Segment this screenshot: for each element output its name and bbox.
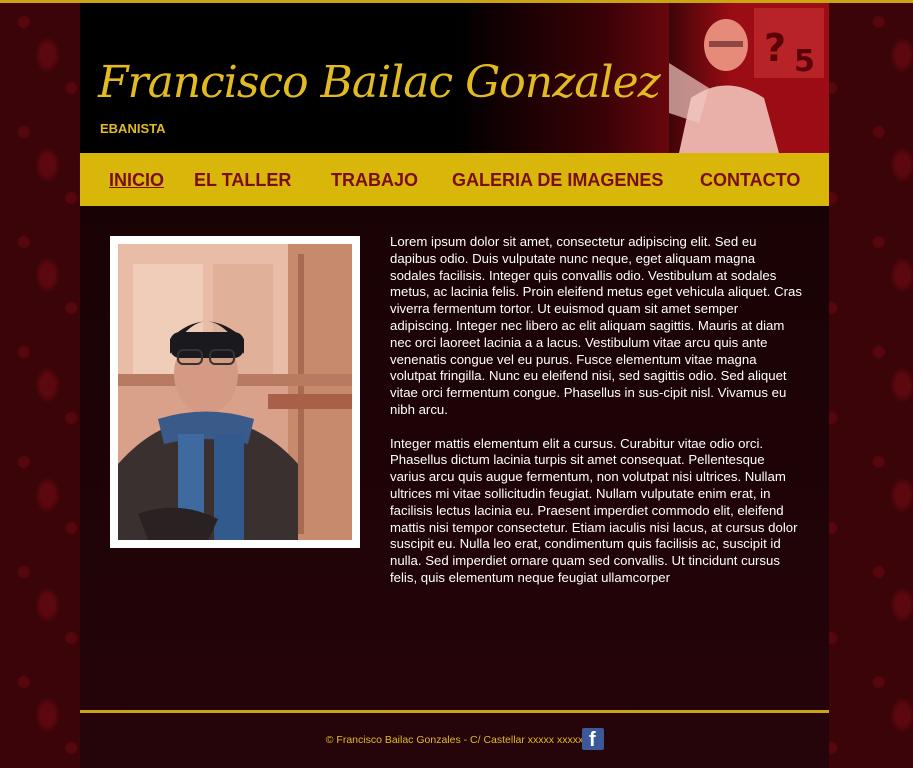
footer-copyright: © Francisco Bailac Gonzales - C/ Castell…	[325, 734, 584, 746]
svg-text:5: 5	[794, 44, 815, 79]
profile-photo-frame	[110, 236, 360, 548]
main-content: Lorem ipsum dolor sit amet, consectetur …	[390, 234, 802, 604]
facebook-icon[interactable]: f	[582, 728, 604, 751]
svg-text:?: ?	[764, 26, 786, 70]
header-photo: ? 5	[669, 3, 829, 153]
profile-photo	[118, 244, 352, 540]
footer-divider	[80, 710, 829, 713]
content-paragraph-2: Integer mattis elementum elit a cursus. …	[390, 435, 798, 585]
header: ? 5 Francisco Bailac Gonzalez EBANISTA	[80, 3, 829, 153]
nav-item-inicio[interactable]: INICIO	[109, 170, 164, 191]
content-paragraph-1: Lorem ipsum dolor sit amet, consectetur …	[390, 234, 802, 417]
nav-item-trabajo[interactable]: TRABAJO	[331, 170, 418, 191]
nav-item-contacto[interactable]: CONTACTO	[700, 170, 800, 191]
nav-item-el-taller[interactable]: EL TALLER	[194, 170, 291, 191]
nav-item-galeria-de-imagenes[interactable]: GALERIA DE IMAGENES	[452, 170, 663, 191]
page-container: ? 5 Francisco Bailac Gonzalez EBANISTA I…	[80, 3, 829, 768]
main-nav: INICIO EL TALLER TRABAJO GALERIA DE IMAG…	[80, 153, 829, 206]
site-logo-name[interactable]: Francisco Bailac Gonzalez	[98, 57, 661, 108]
site-logo-subtitle: EBANISTA	[100, 121, 166, 136]
